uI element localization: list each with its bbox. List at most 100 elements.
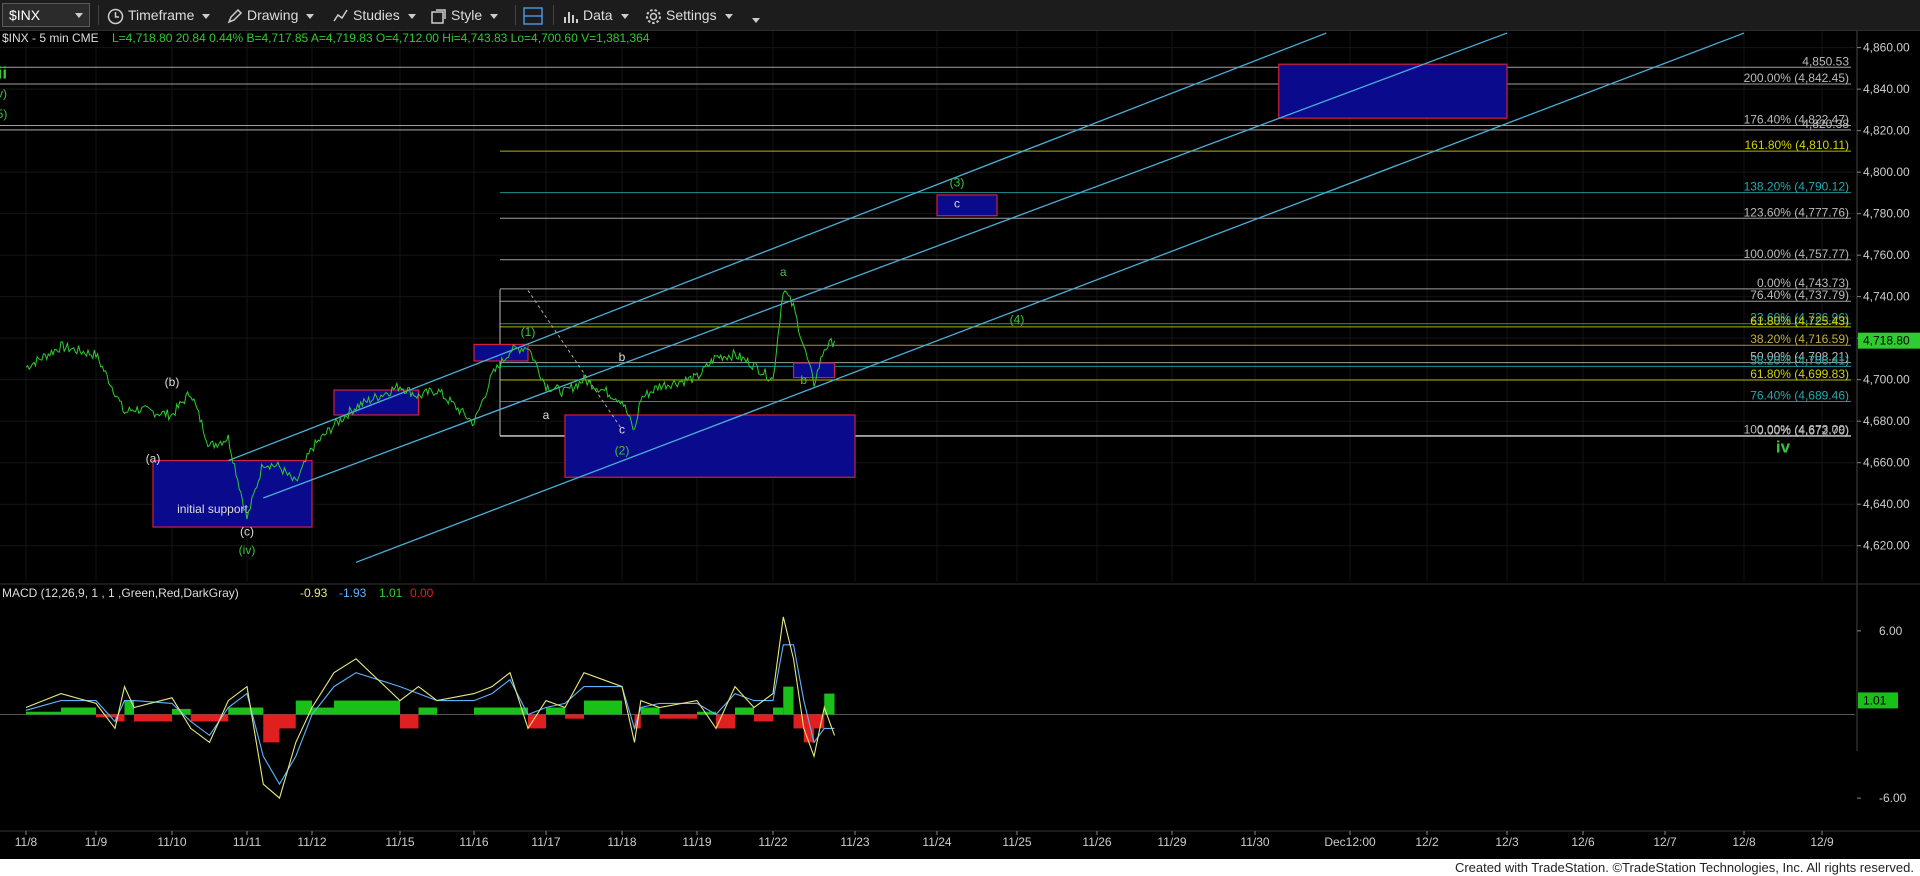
pencil-icon	[227, 8, 243, 24]
fib-level-label: 4,850.53	[1802, 54, 1849, 68]
box-label: initial support	[177, 502, 248, 516]
timeframe-menu[interactable]: Timeframe	[107, 4, 211, 26]
macd-line	[25, 616, 836, 800]
drawing-menu[interactable]: Drawing	[226, 4, 315, 26]
x-tick-label: 11/24	[922, 835, 951, 849]
macd-header-v1: -0.93	[300, 586, 328, 600]
symbol-selector[interactable]: $INX	[2, 3, 90, 27]
target-boxes: initial support	[152, 63, 1508, 528]
macd-last-value-label: 1.01	[1863, 693, 1887, 707]
chevron-down-icon	[724, 13, 733, 19]
macd-histogram-bar	[61, 707, 96, 715]
data-menu[interactable]: Data	[562, 4, 629, 26]
x-tick-label: 12/6	[1571, 835, 1595, 849]
wave-label: c	[954, 196, 960, 210]
target-box	[1278, 63, 1508, 119]
macd-histogram-bar	[356, 700, 400, 715]
target-box	[152, 460, 313, 528]
chevron-down-icon	[202, 13, 211, 19]
settings-label: Settings	[666, 7, 717, 23]
x-tick-label: 11/15	[385, 835, 414, 849]
y-tick-label: 4,680.00	[1863, 414, 1910, 428]
x-tick-label: 11/19	[682, 835, 711, 849]
macd-histogram-bar	[190, 714, 210, 722]
fib-level-label: 123.60% (4,777.76)	[1744, 205, 1849, 219]
macd-histogram-bar	[584, 700, 622, 715]
macd-histogram-bar	[279, 714, 296, 729]
style-menu[interactable]: Style	[430, 4, 499, 26]
x-tick-label: Dec12:00	[1324, 835, 1376, 849]
y-tick-label: 4,740.00	[1863, 290, 1910, 304]
style-icon	[431, 9, 446, 24]
x-tick-label: 11/12	[297, 835, 326, 849]
channel-line	[355, 32, 1745, 563]
fib-level-label: 161.80% (4,810.11)	[1744, 138, 1849, 152]
fib-level-label: 100.00% (4,757.77)	[1744, 247, 1849, 261]
x-tick-label: 12/7	[1653, 835, 1677, 849]
studies-menu[interactable]: Studies	[332, 4, 416, 26]
macd-tick-label: 6.00	[1879, 624, 1903, 638]
macd-histogram-bar	[546, 707, 565, 715]
wave-label: (iv)	[239, 543, 256, 557]
y-tick-label: 4,780.00	[1863, 207, 1910, 221]
target-box	[564, 414, 856, 478]
wave-label: b	[800, 373, 807, 387]
price-header-symbol: $INX - 5 min CME	[2, 31, 99, 45]
chart-canvas[interactable]: 4,850.53200.00% (4,842.45)4,820.38176.40…	[0, 31, 1920, 859]
x-tick-label: 11/17	[531, 835, 560, 849]
x-tick-label: 12/8	[1732, 835, 1756, 849]
x-tick-label: 12/2	[1415, 835, 1439, 849]
drawing-label: Drawing	[247, 7, 299, 23]
toolbar-divider	[98, 5, 99, 25]
x-tick-label: 11/10	[157, 835, 186, 849]
style-label: Style	[451, 7, 483, 23]
fib-level-label: 76.40% (4,689.46)	[1750, 389, 1849, 403]
channel-line	[228, 32, 1327, 462]
target-box	[936, 194, 998, 217]
toolbar: $INX Timeframe Drawing Studies Style Dat…	[0, 0, 1920, 31]
macd-histogram-bar	[228, 707, 247, 715]
y-tick-label: 4,660.00	[1863, 456, 1910, 470]
settings-menu[interactable]: Settings	[645, 4, 733, 26]
macd-histogram-bar	[640, 707, 660, 715]
wave-label: a	[543, 408, 550, 422]
macd-histogram-bar	[134, 714, 172, 722]
last-price-label: 4,718.80	[1863, 334, 1910, 348]
price-header-quote: L=4,718.80 20.84 0.44% B=4,717.85 A=4,71…	[112, 31, 650, 45]
chevron-down-icon	[490, 13, 499, 19]
y-tick-label: 4,840.00	[1863, 82, 1910, 96]
overflow-menu[interactable]	[744, 8, 760, 30]
clock-icon	[107, 8, 124, 25]
macd-histogram-bar	[565, 714, 584, 719]
x-tick-label: 11/16	[459, 835, 488, 849]
macd-histogram-bar	[124, 700, 134, 715]
macd-histogram-bar	[735, 707, 754, 715]
wave-label: (a)	[146, 452, 161, 466]
x-tick-label: 11/29	[1157, 835, 1186, 849]
x-tick-label: 11/18	[607, 835, 636, 849]
fib-level-label: 38.20% (4,716.59)	[1750, 332, 1849, 346]
fib-level-label: 61.80% (4,725.43)	[1750, 314, 1849, 328]
macd-histogram-bar	[400, 714, 419, 729]
chevron-down-icon	[620, 13, 629, 19]
y-tick-label: 4,860.00	[1863, 41, 1910, 55]
y-tick-label: 4,820.00	[1863, 124, 1910, 138]
macd-histogram-bar	[474, 707, 492, 715]
macd-header-v3: 1.01	[379, 586, 403, 600]
wave-label: a	[780, 265, 787, 279]
macd-histogram-bar	[528, 714, 546, 729]
data-label: Data	[583, 7, 613, 23]
fib-level-label: 200.00% (4,842.45)	[1744, 71, 1849, 85]
workspace-button[interactable]	[522, 4, 548, 26]
x-tick-label: 11/11	[233, 835, 262, 849]
timeframe-label: Timeframe	[128, 7, 195, 23]
fib-level-label: 176.40% (4,822.47)	[1744, 112, 1849, 126]
wave-label: (c)	[240, 524, 254, 538]
footer: Created with TradeStation. ©TradeStation…	[0, 859, 1920, 876]
macd-header-label: MACD (12,26,9, 1 , 1 ,Green,Red,DarkGray…	[2, 586, 239, 600]
chevron-down-icon	[75, 13, 83, 18]
wave-label: (3)	[950, 176, 965, 190]
macd-histogram-bar	[754, 714, 773, 722]
toolbar-divider	[515, 5, 516, 25]
x-tick-label: 11/8	[15, 835, 38, 849]
